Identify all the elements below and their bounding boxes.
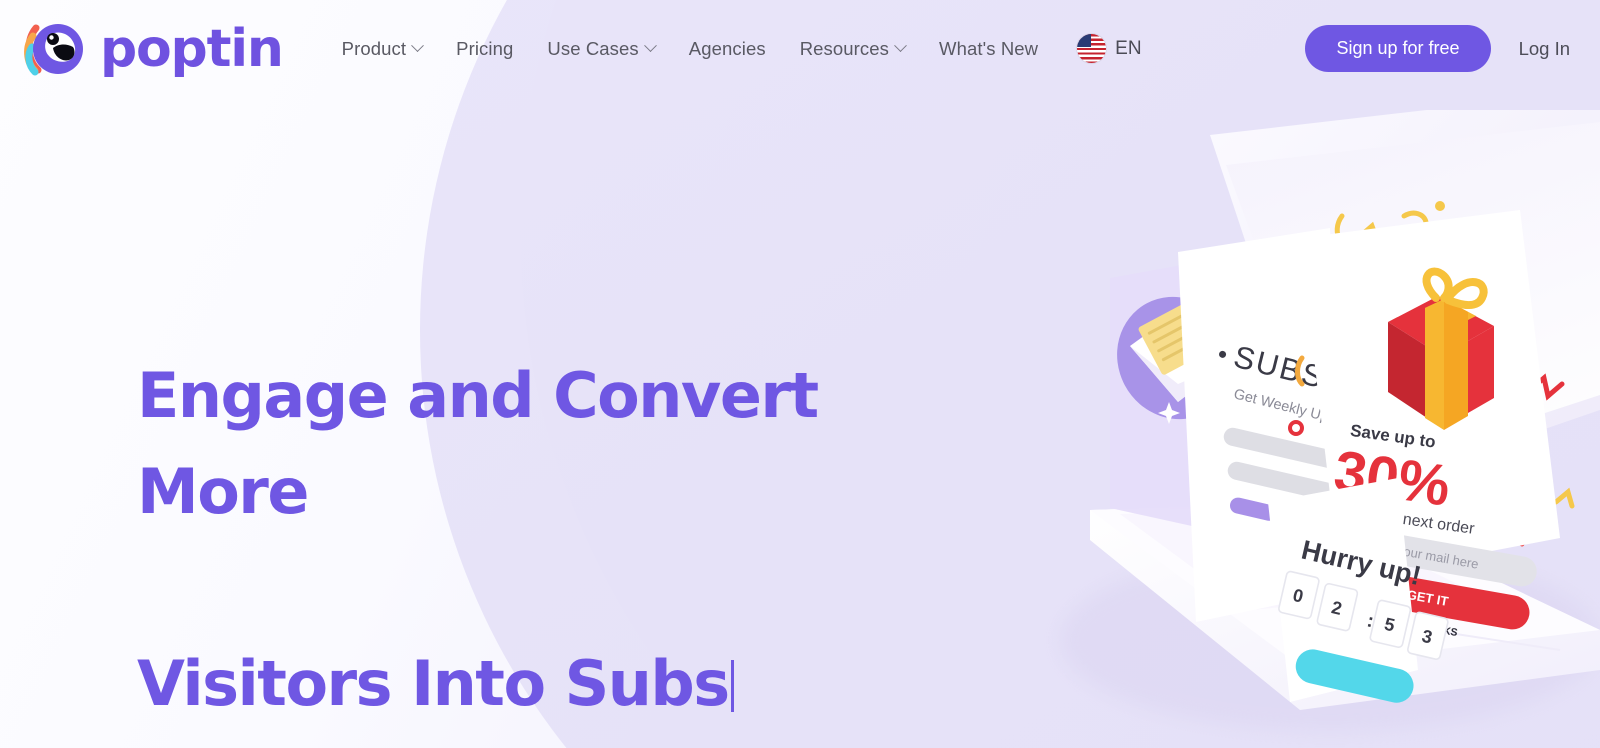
nav-label: Product (341, 37, 407, 59)
chevron-down-icon (643, 39, 657, 53)
headline-line-2: Visitors Into Subs (137, 647, 730, 721)
nav-item-whats-new[interactable]: What's New (922, 30, 1055, 68)
nav-label: Agencies (688, 37, 766, 59)
logo-wordmark: poptin (100, 18, 284, 79)
nav-item-product[interactable]: Product (325, 30, 439, 68)
site-header: poptin Product Pricing Use Cases Agencie… (0, 0, 1600, 97)
login-link[interactable]: Log In (1519, 38, 1570, 60)
page-root: poptin Product Pricing Use Cases Agencie… (0, 0, 1600, 748)
headline-line-1: Engage and Convert More (137, 359, 819, 529)
language-selector[interactable]: EN (1077, 34, 1142, 63)
logo[interactable]: poptin (22, 16, 284, 82)
isometric-laptop-popups-illustration: SUBSCRIBE Get Weekly Updates (1000, 110, 1600, 748)
chevron-down-icon (411, 39, 425, 53)
us-flag-icon (1077, 34, 1107, 63)
nav-label: What's New (939, 37, 1039, 59)
nav-item-pricing[interactable]: Pricing (439, 30, 530, 68)
nav-item-resources[interactable]: Resources (783, 30, 922, 68)
language-code: EN (1115, 37, 1142, 59)
main-nav: Product Pricing Use Cases Agencies Resou… (325, 30, 1055, 68)
nav-label: Resources (799, 37, 890, 59)
nav-label: Pricing (456, 37, 514, 59)
nav-item-agencies[interactable]: Agencies (672, 30, 783, 68)
nav-label: Use Cases (547, 37, 639, 59)
header-actions: Sign up for free Log In (1305, 25, 1570, 72)
poptin-parrot-logo-icon (22, 16, 96, 82)
chevron-down-icon (894, 39, 907, 53)
page-title: Engage and Convert More Visitors Into Su… (137, 252, 977, 732)
typing-caret (730, 660, 734, 713)
nav-item-use-cases[interactable]: Use Cases (530, 30, 671, 68)
signup-button[interactable]: Sign up for free (1305, 25, 1491, 72)
hero-content: Engage and Convert More Visitors Into Su… (137, 252, 977, 748)
